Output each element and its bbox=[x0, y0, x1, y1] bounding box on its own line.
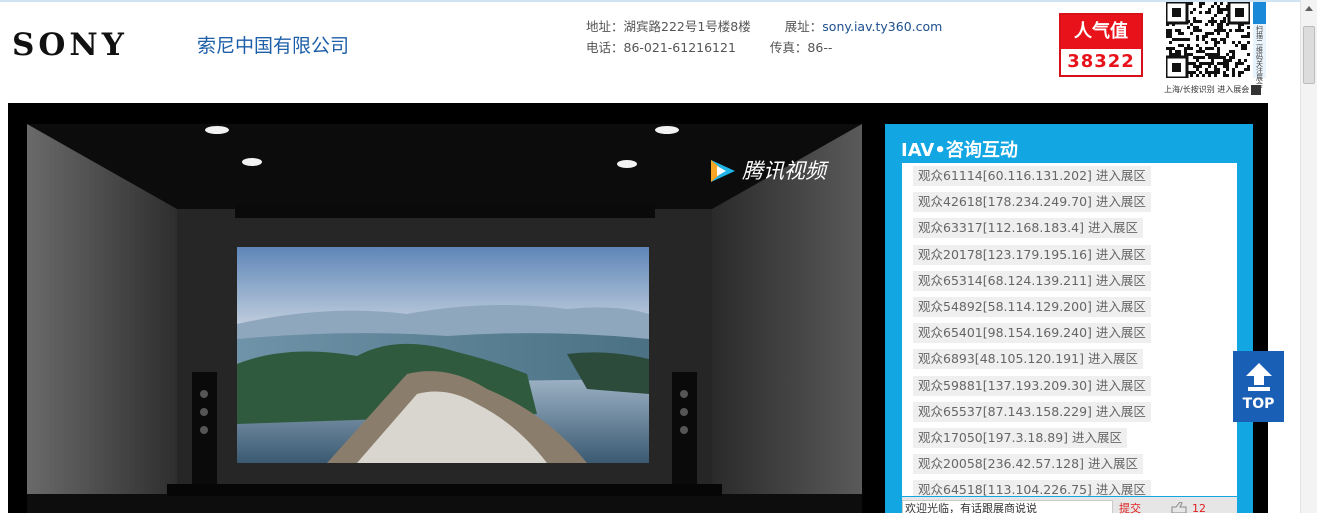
visitor-entry[interactable]: 观众17050[197.3.18.89] 进入展区 bbox=[913, 427, 1128, 448]
page-scrollbar[interactable] bbox=[1300, 0, 1317, 513]
visitor-entry[interactable]: 观众65401[98.154.169.240] 进入展区 bbox=[913, 323, 1151, 344]
visitor-row: 观众65537[87.143.158.229] 进入展区 bbox=[902, 399, 1237, 425]
panel-title: IAV•咨询互动 bbox=[901, 140, 1018, 161]
sony-logo[interactable]: SONY bbox=[12, 28, 128, 62]
visitor-entry[interactable]: 观众54892[58.114.129.200] 进入展区 bbox=[913, 296, 1151, 317]
visitor-entry[interactable]: 观众65537[87.143.158.229] 进入展区 bbox=[913, 401, 1151, 422]
visitor-row: 观众65314[68.124.139.211] 进入展区 bbox=[902, 268, 1237, 294]
submit-button[interactable]: 提交 bbox=[1119, 502, 1141, 516]
visitor-row: 观众20058[236.42.57.128] 进入展区 bbox=[902, 451, 1237, 477]
booth-label: 展址： bbox=[784, 19, 823, 34]
back-to-top-button[interactable]: TOP bbox=[1233, 351, 1284, 422]
mini-qr-icon bbox=[1251, 84, 1262, 95]
popularity-label: 人气值 bbox=[1061, 15, 1141, 49]
back-to-top-label: TOP bbox=[1242, 396, 1275, 412]
visitor-entry[interactable]: 观众59881[137.193.209.30] 进入展区 bbox=[913, 375, 1151, 396]
visitor-entry[interactable]: 观众42618[178.234.249.70] 进入展区 bbox=[913, 192, 1151, 213]
visitor-entry[interactable]: 观众61114[60.116.131.202] 进入展区 bbox=[913, 166, 1151, 186]
visitor-row: 观众17050[197.3.18.89] 进入展区 bbox=[902, 425, 1237, 451]
visitor-row: 观众59881[137.193.209.30] 进入展区 bbox=[902, 373, 1237, 399]
tencent-video-watermark: 腾讯视频 bbox=[708, 156, 826, 186]
visitor-entry[interactable]: 观众65314[68.124.139.211] 进入展区 bbox=[913, 270, 1151, 291]
visitor-row: 观众64518[113.104.226.75] 进入展区 bbox=[902, 477, 1237, 496]
visitor-entry[interactable]: 观众63317[112.168.183.4] 进入展区 bbox=[913, 218, 1143, 239]
popularity-value: 38322 bbox=[1067, 51, 1135, 72]
visitor-row: 观众54892[58.114.129.200] 进入展区 bbox=[902, 294, 1237, 320]
qr-code-icon bbox=[1166, 2, 1250, 78]
scroll-up-icon[interactable] bbox=[1305, 6, 1313, 11]
tencent-video-text: 腾讯视频 bbox=[742, 159, 826, 183]
visitor-row: 观众65401[98.154.169.240] 进入展区 bbox=[902, 320, 1237, 346]
qr-side-text: 扫描二维码关注展会 bbox=[1256, 25, 1263, 89]
company-name: 索尼中国有限公司 bbox=[197, 35, 350, 57]
top-border bbox=[0, 0, 1300, 2]
chat-message-input[interactable]: 欢迎光临，有话跟展商说说 bbox=[902, 500, 1113, 513]
booth-url-link[interactable]: sony.iav.ty360.com bbox=[822, 19, 942, 34]
visitor-row: 观众42618[178.234.249.70] 进入展区 bbox=[902, 189, 1237, 215]
visitor-row: 观众6893[48.105.120.191] 进入展区 bbox=[902, 346, 1237, 372]
qr-caption-text: 上海/长按识别 进入展会 bbox=[1164, 85, 1250, 94]
tencent-video-icon bbox=[711, 160, 735, 182]
visitor-row: 观众63317[112.168.183.4] 进入展区 bbox=[902, 215, 1237, 241]
visitor-entry[interactable]: 观众20178[123.179.195.16] 进入展区 bbox=[913, 244, 1151, 265]
popularity-badge: 人气值 38322 bbox=[1059, 13, 1143, 77]
visitor-entry[interactable]: 观众6893[48.105.120.191] 进入展区 bbox=[913, 349, 1143, 370]
address-text: 地址：湖宾路222号1号楼8楼 bbox=[586, 19, 751, 34]
fax-text: 传真：86-- bbox=[769, 40, 833, 55]
like-count: 12 bbox=[1192, 502, 1206, 515]
visitor-list[interactable]: 观众61114[60.116.131.202] 进入展区 观众42618[178.… bbox=[902, 163, 1237, 496]
qr-caption: 上海/长按识别 进入展会 bbox=[1164, 84, 1262, 95]
visitor-row: 观众61114[60.116.131.202] 进入展区 bbox=[902, 163, 1237, 189]
scrollbar-thumb[interactable] bbox=[1303, 26, 1315, 84]
thumbs-up-icon[interactable] bbox=[1168, 502, 1190, 513]
visitor-row: 观众20178[123.179.195.16] 进入展区 bbox=[902, 242, 1237, 268]
visitor-entry[interactable]: 观众64518[113.104.226.75] 进入展区 bbox=[913, 480, 1151, 496]
contact-info: 地址：湖宾路222号1号楼8楼 展址：sony.iav.ty360.com 电话：… bbox=[586, 16, 942, 58]
qr-side-strip: 扫描二维码关注展会 bbox=[1253, 2, 1266, 89]
arrow-up-icon bbox=[1246, 363, 1272, 391]
phone-text: 电话：86-021-61216121 bbox=[586, 40, 736, 55]
visitor-entry[interactable]: 观众20058[236.42.57.128] 进入展区 bbox=[913, 454, 1143, 475]
